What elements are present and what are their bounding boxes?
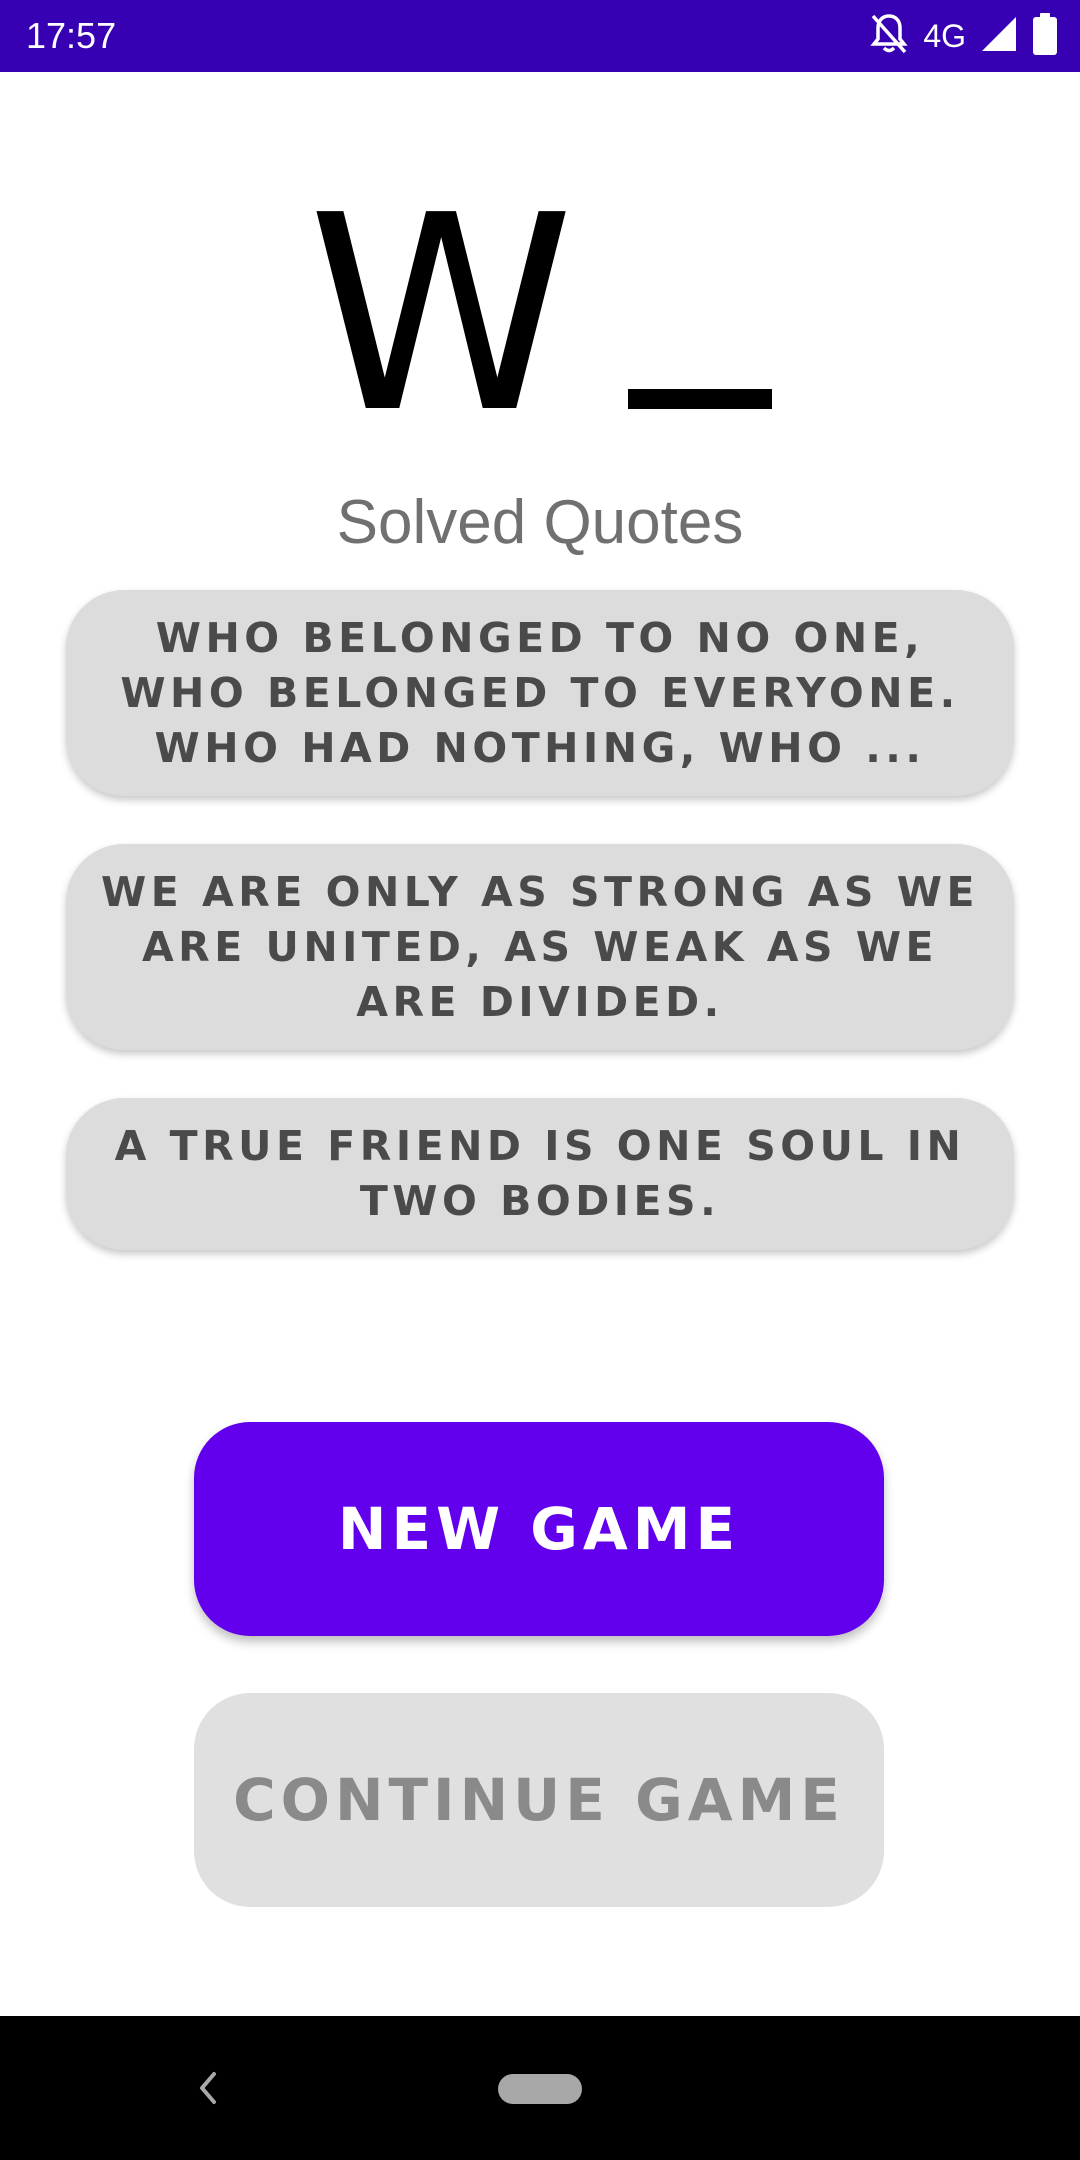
signal-icon — [980, 15, 1018, 58]
quote-text: A TRUE FRIEND IS ONE SOUL IN TWO BODIES. — [114, 1122, 966, 1225]
status-bar: 17:57 4G — [0, 0, 1080, 72]
status-icons: 4G — [869, 12, 1058, 60]
solved-quote-card[interactable]: A TRUE FRIEND IS ONE SOUL IN TWO BODIES. — [66, 1098, 1014, 1250]
quote-text: WHO BELONGED TO NO ONE, WHO BELONGED TO … — [120, 613, 960, 772]
status-time: 17:57 — [26, 15, 117, 56]
quote-text: WE ARE ONLY AS STRONG AS WE ARE UNITED, … — [101, 867, 979, 1026]
navigation-bar — [0, 2016, 1080, 2160]
home-pill-icon[interactable] — [498, 2074, 582, 2104]
logo-blank-underscore — [628, 389, 773, 409]
solved-quote-card[interactable]: WE ARE ONLY AS STRONG AS WE ARE UNITED, … — [66, 844, 1014, 1050]
network-type-label: 4G — [923, 18, 966, 54]
notifications-off-icon — [869, 12, 909, 61]
new-game-button[interactable]: NEW GAME — [194, 1422, 884, 1636]
app-logo: W — [0, 157, 1080, 472]
battery-icon — [1032, 12, 1058, 61]
solved-quote-card[interactable]: WHO BELONGED TO NO ONE, WHO BELONGED TO … — [66, 590, 1014, 796]
solved-quotes-title: Solved Quotes — [336, 488, 744, 557]
logo-letter: W — [307, 157, 575, 472]
continue-game-button[interactable]: CONTINUE GAME — [194, 1693, 884, 1907]
back-icon[interactable] — [190, 2066, 226, 2110]
